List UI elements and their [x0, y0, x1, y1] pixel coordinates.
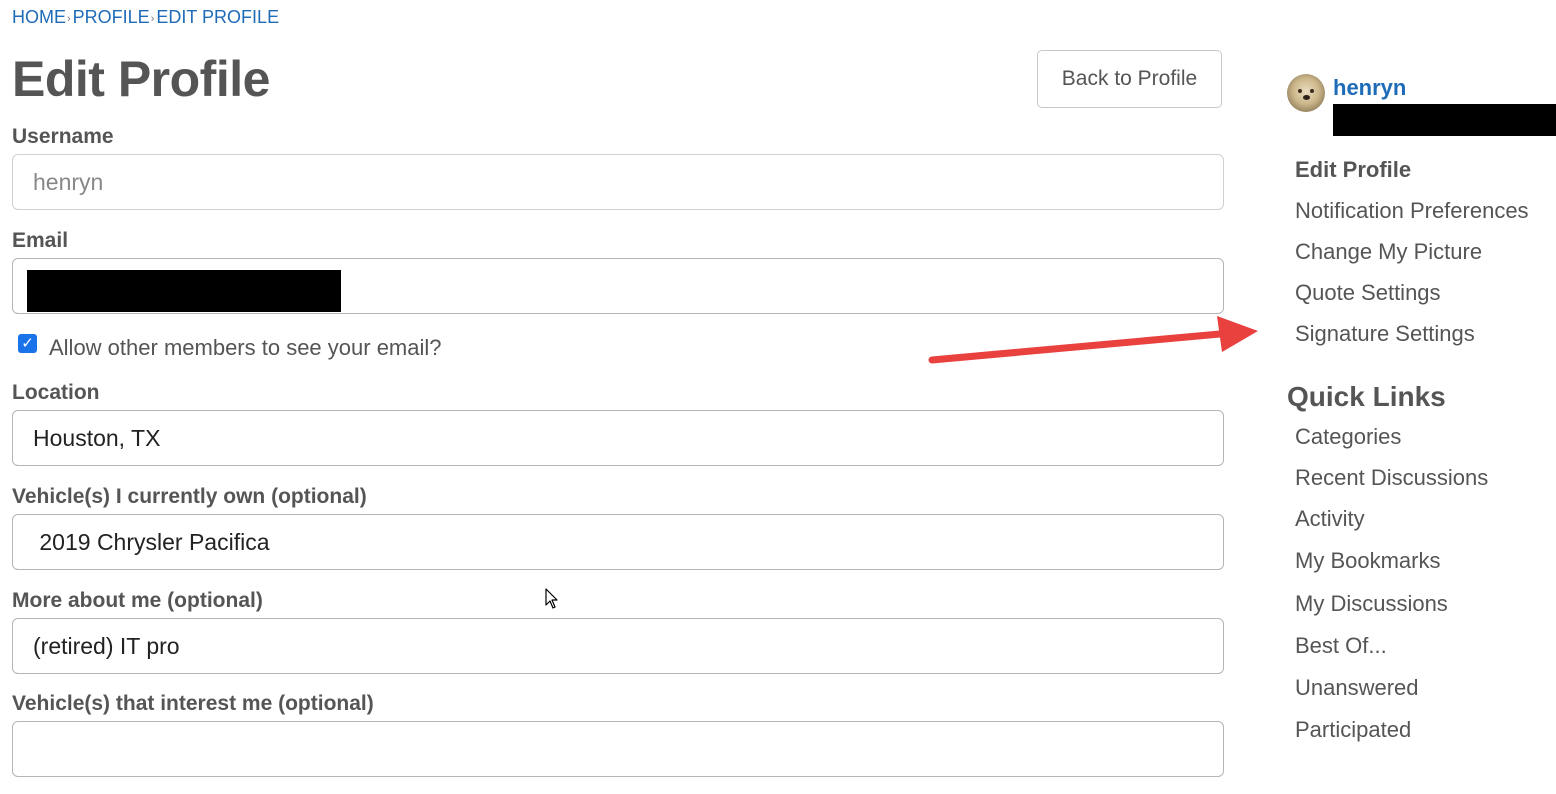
sidebar-redaction	[1333, 104, 1556, 136]
show-email-checkbox[interactable]: ✓	[18, 333, 37, 353]
vehicles-interest-label: Vehicle(s) that interest me (optional)	[12, 692, 374, 715]
sidebar-item-quote-settings[interactable]: Quote Settings	[1295, 280, 1441, 306]
quick-links-heading: Quick Links	[1287, 381, 1446, 412]
quick-link-categories[interactable]: Categories	[1295, 424, 1401, 450]
sidebar-username-link[interactable]: henryn	[1333, 75, 1406, 101]
vehicles-interest-input[interactable]	[12, 721, 1224, 777]
avatar-image[interactable]	[1287, 74, 1325, 112]
sidebar-item-change-my-picture[interactable]: Change My Picture	[1295, 239, 1482, 265]
page-title: Edit Profile	[12, 51, 270, 107]
quick-link-participated[interactable]: Participated	[1295, 717, 1411, 743]
breadcrumb: HOME› PROFILE› EDIT PROFILE	[12, 7, 279, 28]
breadcrumb-edit-profile[interactable]: EDIT PROFILE	[156, 7, 279, 27]
sidebar-item-edit-profile[interactable]: Edit Profile	[1295, 157, 1411, 183]
vehicles-owned-input[interactable]	[12, 514, 1224, 570]
breadcrumb-separator: ›	[67, 13, 71, 25]
quick-link-recent-discussions[interactable]: Recent Discussions	[1295, 465, 1488, 491]
breadcrumb-separator: ›	[150, 13, 155, 25]
quick-link-my-bookmarks[interactable]: My Bookmarks	[1295, 548, 1440, 574]
vehicles-owned-label: Vehicle(s) I currently own (optional)	[12, 485, 367, 508]
breadcrumb-home[interactable]: HOME	[12, 7, 66, 27]
quick-link-my-discussions[interactable]: My Discussions	[1295, 591, 1448, 617]
about-input[interactable]	[12, 618, 1224, 674]
email-redaction	[27, 270, 341, 312]
breadcrumb-profile[interactable]: PROFILE	[73, 7, 150, 27]
mouse-cursor-icon	[545, 588, 558, 609]
username-label: Username	[12, 125, 114, 148]
email-label: Email	[12, 229, 69, 252]
location-input[interactable]	[12, 410, 1224, 466]
sidebar-item-signature-settings[interactable]: Signature Settings	[1295, 321, 1475, 347]
show-email-row: ✓ Allow other members to see your email?	[18, 333, 442, 360]
show-email-label: Allow other members to see your email?	[49, 335, 442, 360]
sidebar-item-notification-preferences[interactable]: Notification Preferences	[1295, 198, 1529, 224]
quick-link-activity[interactable]: Activity	[1295, 506, 1365, 532]
username-input[interactable]	[12, 154, 1224, 210]
quick-link-unanswered[interactable]: Unanswered	[1295, 675, 1419, 701]
about-label: More about me (optional)	[12, 589, 263, 612]
check-icon: ✓	[21, 335, 34, 352]
back-to-profile-button[interactable]: Back to Profile	[1037, 50, 1222, 108]
annotation-arrow	[928, 316, 1258, 364]
location-label: Location	[12, 381, 100, 404]
quick-link-best-of[interactable]: Best Of...	[1295, 633, 1387, 659]
